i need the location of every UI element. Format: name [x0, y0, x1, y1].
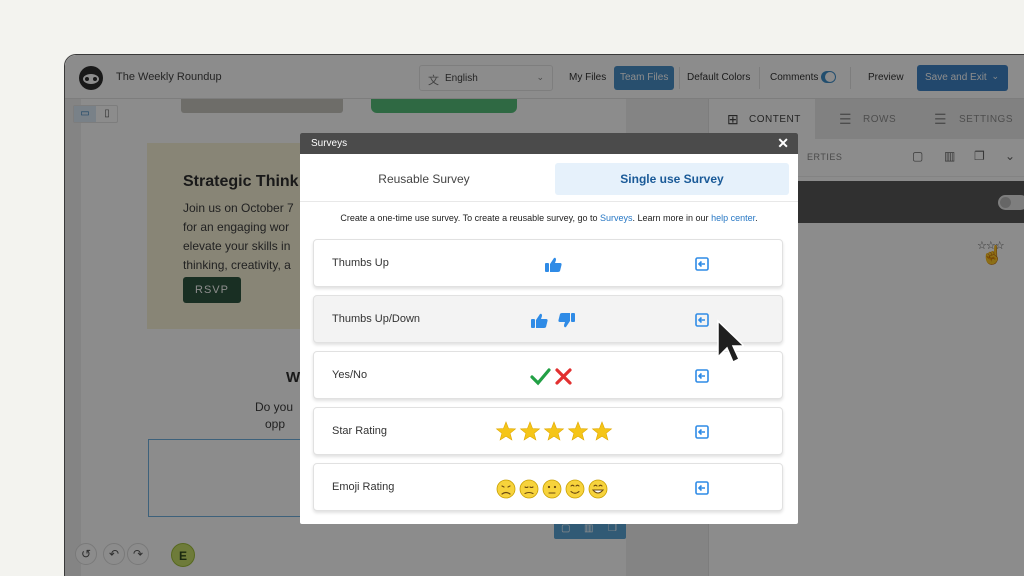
- survey-row-star-rating[interactable]: Star Rating: [313, 407, 783, 455]
- survey-label: Emoji Rating: [332, 481, 395, 493]
- description-suffix: .: [755, 213, 758, 223]
- thumbs-up-down-icon: [531, 313, 575, 328]
- surveys-link[interactable]: Surveys: [600, 213, 633, 223]
- modal-title: Surveys: [311, 138, 348, 149]
- close-icon[interactable]: ✕: [777, 135, 789, 151]
- emoji-rating-icon: [496, 479, 608, 499]
- description-prefix: Create a one-time use survey. To create …: [340, 213, 600, 223]
- insert-icon[interactable]: [694, 424, 710, 440]
- mouse-cursor-icon: [717, 319, 744, 364]
- survey-label: Thumbs Up: [332, 257, 389, 269]
- modal-header: Surveys ✕: [300, 133, 798, 154]
- check-cross-icon: [530, 368, 572, 386]
- insert-icon[interactable]: [694, 480, 710, 496]
- survey-row-thumbs-up[interactable]: Thumbs Up: [313, 239, 783, 287]
- insert-icon[interactable]: [694, 368, 710, 384]
- thumbs-up-icon: [545, 257, 562, 272]
- star-rating-icon: [495, 421, 613, 441]
- survey-label: Yes/No: [332, 369, 368, 381]
- tab-single-use-survey[interactable]: Single use Survey: [555, 163, 789, 195]
- survey-tabs: Reusable Survey Single use Survey: [300, 154, 798, 202]
- survey-row-thumbs-up-down[interactable]: Thumbs Up/Down: [313, 295, 783, 343]
- survey-description: Create a one-time use survey. To create …: [300, 213, 798, 223]
- survey-row-emoji-rating[interactable]: Emoji Rating: [313, 463, 783, 511]
- insert-icon[interactable]: [694, 312, 710, 328]
- survey-label: Thumbs Up/Down: [332, 313, 421, 325]
- survey-label: Star Rating: [332, 425, 388, 437]
- insert-icon[interactable]: [694, 256, 710, 272]
- help-center-link[interactable]: help center: [711, 213, 755, 223]
- survey-row-yes-no[interactable]: Yes/No: [313, 351, 783, 399]
- description-middle: . Learn more in our: [632, 213, 712, 223]
- tab-reusable-survey[interactable]: Reusable Survey: [310, 163, 538, 195]
